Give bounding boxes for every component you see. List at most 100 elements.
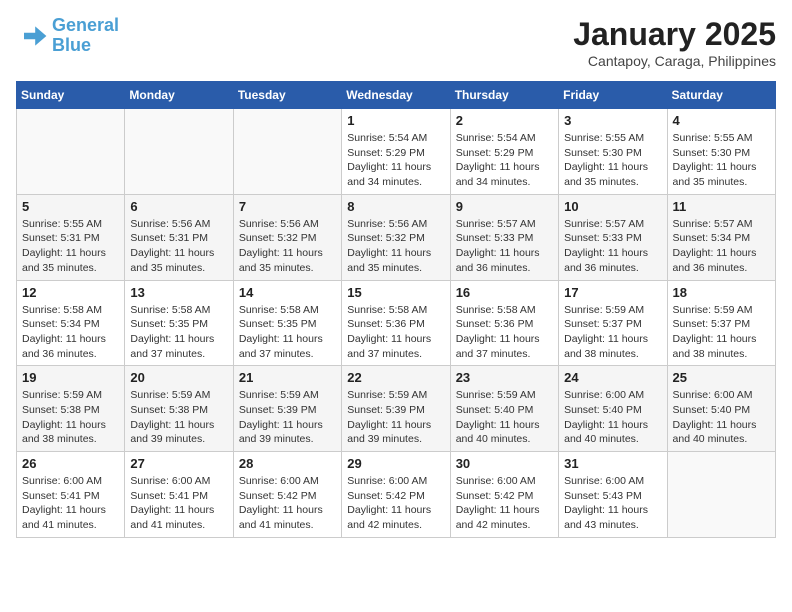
day-cell: 30 Sunrise: 6:00 AM Sunset: 5:42 PM Dayli… (450, 452, 558, 538)
day-cell (17, 109, 125, 195)
logo: General Blue (16, 16, 119, 56)
day-info: Sunrise: 5:59 AM Sunset: 5:37 PM Dayligh… (564, 303, 661, 362)
month-title: January 2025 (573, 16, 776, 53)
day-number: 26 (22, 456, 119, 471)
day-info: Sunrise: 5:57 AM Sunset: 5:34 PM Dayligh… (673, 217, 770, 276)
day-info: Sunrise: 5:59 AM Sunset: 5:39 PM Dayligh… (347, 388, 444, 447)
logo-text: General Blue (52, 16, 119, 56)
day-cell: 15 Sunrise: 5:58 AM Sunset: 5:36 PM Dayli… (342, 280, 450, 366)
day-info: Sunrise: 5:59 AM Sunset: 5:37 PM Dayligh… (673, 303, 770, 362)
day-cell: 11 Sunrise: 5:57 AM Sunset: 5:34 PM Dayli… (667, 194, 775, 280)
day-cell: 22 Sunrise: 5:59 AM Sunset: 5:39 PM Dayli… (342, 366, 450, 452)
day-cell: 3 Sunrise: 5:55 AM Sunset: 5:30 PM Daylig… (559, 109, 667, 195)
day-number: 17 (564, 285, 661, 300)
day-info: Sunrise: 5:57 AM Sunset: 5:33 PM Dayligh… (564, 217, 661, 276)
header-monday: Monday (125, 82, 233, 109)
week-row-2: 12Sunrise: 5:58 AM Sunset: 5:34 PM Dayli… (17, 280, 776, 366)
day-cell: 16Sunrise: 5:58 AM Sunset: 5:36 PM Dayli… (450, 280, 558, 366)
day-number: 8 (347, 199, 444, 214)
day-number: 2 (456, 113, 553, 128)
day-info: Sunrise: 5:59 AM Sunset: 5:38 PM Dayligh… (22, 388, 119, 447)
header-tuesday: Tuesday (233, 82, 341, 109)
header-saturday: Saturday (667, 82, 775, 109)
day-number: 1 (347, 113, 444, 128)
day-info: Sunrise: 5:58 AM Sunset: 5:36 PM Dayligh… (456, 303, 553, 362)
day-number: 23 (456, 370, 553, 385)
day-number: 25 (673, 370, 770, 385)
day-info: Sunrise: 6:00 AM Sunset: 5:42 PM Dayligh… (456, 474, 553, 533)
day-cell: 29 Sunrise: 6:00 AM Sunset: 5:42 PM Dayli… (342, 452, 450, 538)
day-info: Sunrise: 5:59 AM Sunset: 5:39 PM Dayligh… (239, 388, 336, 447)
day-info: Sunrise: 5:58 AM Sunset: 5:35 PM Dayligh… (239, 303, 336, 362)
day-number: 27 (130, 456, 227, 471)
day-info: Sunrise: 5:59 AM Sunset: 5:40 PM Dayligh… (456, 388, 553, 447)
day-number: 30 (456, 456, 553, 471)
day-number: 9 (456, 199, 553, 214)
day-cell: 14 Sunrise: 5:58 AM Sunset: 5:35 PM Dayli… (233, 280, 341, 366)
day-number: 7 (239, 199, 336, 214)
day-cell (125, 109, 233, 195)
day-info: Sunrise: 5:57 AM Sunset: 5:33 PM Dayligh… (456, 217, 553, 276)
day-cell: 20 Sunrise: 5:59 AM Sunset: 5:38 PM Dayli… (125, 366, 233, 452)
day-info: Sunrise: 5:55 AM Sunset: 5:30 PM Dayligh… (673, 131, 770, 190)
week-row-0: 1 Sunrise: 5:54 AM Sunset: 5:29 PM Daylig… (17, 109, 776, 195)
day-number: 6 (130, 199, 227, 214)
day-cell: 2 Sunrise: 5:54 AM Sunset: 5:29 PM Daylig… (450, 109, 558, 195)
day-number: 5 (22, 199, 119, 214)
page-header: General Blue January 2025 Cantapoy, Cara… (16, 16, 776, 69)
day-cell: 13 Sunrise: 5:58 AM Sunset: 5:35 PM Dayli… (125, 280, 233, 366)
day-info: Sunrise: 5:55 AM Sunset: 5:30 PM Dayligh… (564, 131, 661, 190)
day-info: Sunrise: 5:59 AM Sunset: 5:38 PM Dayligh… (130, 388, 227, 447)
day-info: Sunrise: 6:00 AM Sunset: 5:42 PM Dayligh… (347, 474, 444, 533)
day-info: Sunrise: 5:58 AM Sunset: 5:36 PM Dayligh… (347, 303, 444, 362)
day-number: 13 (130, 285, 227, 300)
day-cell: 19Sunrise: 5:59 AM Sunset: 5:38 PM Dayli… (17, 366, 125, 452)
day-number: 14 (239, 285, 336, 300)
day-number: 20 (130, 370, 227, 385)
day-info: Sunrise: 6:00 AM Sunset: 5:43 PM Dayligh… (564, 474, 661, 533)
header-thursday: Thursday (450, 82, 558, 109)
day-cell (233, 109, 341, 195)
day-number: 22 (347, 370, 444, 385)
title-block: January 2025 Cantapoy, Caraga, Philippin… (573, 16, 776, 69)
day-cell: 27 Sunrise: 6:00 AM Sunset: 5:41 PM Dayli… (125, 452, 233, 538)
week-row-1: 5 Sunrise: 5:55 AM Sunset: 5:31 PM Daylig… (17, 194, 776, 280)
day-cell: 24 Sunrise: 6:00 AM Sunset: 5:40 PM Dayli… (559, 366, 667, 452)
location: Cantapoy, Caraga, Philippines (573, 53, 776, 69)
day-number: 11 (673, 199, 770, 214)
day-info: Sunrise: 5:54 AM Sunset: 5:29 PM Dayligh… (347, 131, 444, 190)
day-info: Sunrise: 5:54 AM Sunset: 5:29 PM Dayligh… (456, 131, 553, 190)
day-number: 18 (673, 285, 770, 300)
day-number: 3 (564, 113, 661, 128)
day-cell: 5 Sunrise: 5:55 AM Sunset: 5:31 PM Daylig… (17, 194, 125, 280)
day-cell: 21Sunrise: 5:59 AM Sunset: 5:39 PM Dayli… (233, 366, 341, 452)
day-info: Sunrise: 5:56 AM Sunset: 5:31 PM Dayligh… (130, 217, 227, 276)
header-friday: Friday (559, 82, 667, 109)
day-cell: 8Sunrise: 5:56 AM Sunset: 5:32 PM Daylig… (342, 194, 450, 280)
day-info: Sunrise: 6:00 AM Sunset: 5:42 PM Dayligh… (239, 474, 336, 533)
header-wednesday: Wednesday (342, 82, 450, 109)
header-sunday: Sunday (17, 82, 125, 109)
day-number: 10 (564, 199, 661, 214)
logo-line2: Blue (52, 35, 91, 55)
day-cell: 31Sunrise: 6:00 AM Sunset: 5:43 PM Dayli… (559, 452, 667, 538)
week-row-4: 26 Sunrise: 6:00 AM Sunset: 5:41 PM Dayli… (17, 452, 776, 538)
day-cell: 26Sunrise: 6:00 AM Sunset: 5:41 PM Dayli… (17, 452, 125, 538)
day-number: 15 (347, 285, 444, 300)
logo-icon (16, 20, 48, 52)
day-cell: 17 Sunrise: 5:59 AM Sunset: 5:37 PM Dayli… (559, 280, 667, 366)
day-info: Sunrise: 6:00 AM Sunset: 5:40 PM Dayligh… (564, 388, 661, 447)
logo-line1: General (52, 15, 119, 35)
day-number: 24 (564, 370, 661, 385)
calendar: SundayMondayTuesdayWednesdayThursdayFrid… (16, 81, 776, 538)
day-cell (667, 452, 775, 538)
day-info: Sunrise: 6:00 AM Sunset: 5:41 PM Dayligh… (130, 474, 227, 533)
week-row-3: 19Sunrise: 5:59 AM Sunset: 5:38 PM Dayli… (17, 366, 776, 452)
day-info: Sunrise: 6:00 AM Sunset: 5:40 PM Dayligh… (673, 388, 770, 447)
day-info: Sunrise: 5:55 AM Sunset: 5:31 PM Dayligh… (22, 217, 119, 276)
day-number: 29 (347, 456, 444, 471)
day-cell: 25 Sunrise: 6:00 AM Sunset: 5:40 PM Dayli… (667, 366, 775, 452)
day-number: 28 (239, 456, 336, 471)
day-info: Sunrise: 5:58 AM Sunset: 5:35 PM Dayligh… (130, 303, 227, 362)
day-number: 4 (673, 113, 770, 128)
